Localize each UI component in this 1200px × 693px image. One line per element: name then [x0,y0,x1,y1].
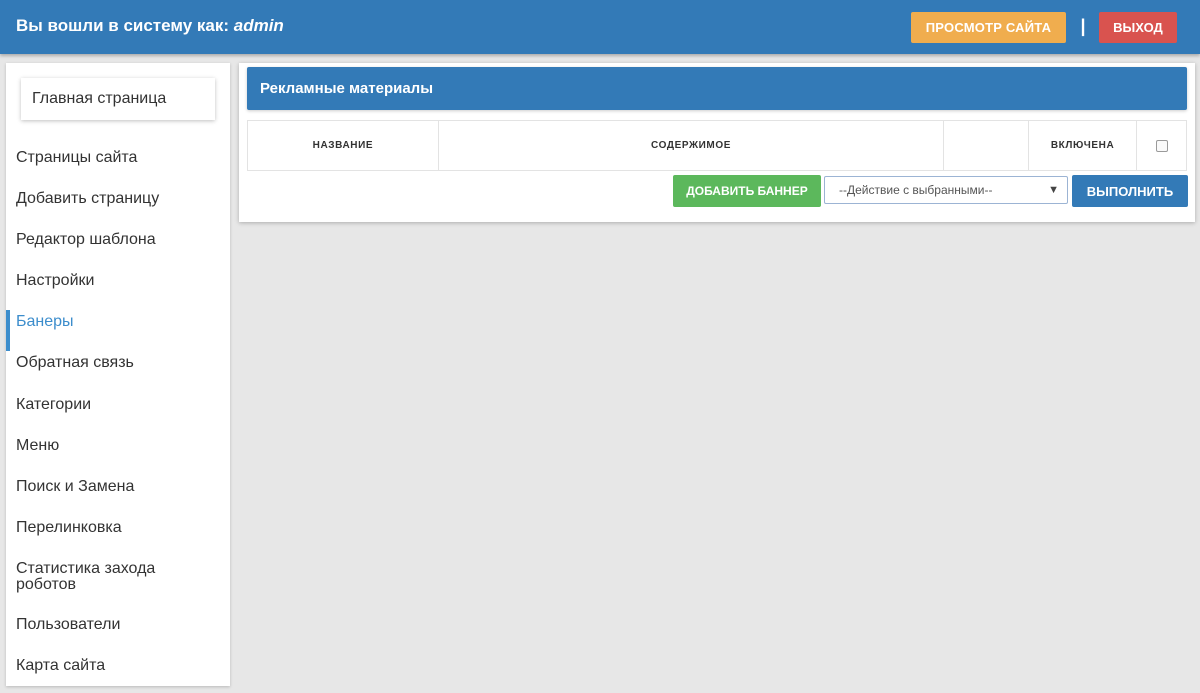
login-prefix: Вы вошли в систему как: [16,16,234,35]
sidebar-item-banners[interactable]: Банеры [6,310,230,351]
username: admin [233,16,284,35]
sidebar-item-feedback[interactable]: Обратная связь [6,355,230,371]
column-header-content[interactable]: СОДЕРЖИМОЕ [437,120,945,171]
dropdown-arrow-icon: ▼ [1048,184,1059,196]
sidebar-item-users[interactable]: Пользователи [6,617,230,633]
sidebar-item-sitemap[interactable]: Карта сайта [6,658,230,674]
bulk-action-select[interactable]: --Действие с выбранными-- ▼ [824,176,1068,204]
banners-table: НАЗВАНИЕ СОДЕРЖИМОЕ ВКЛЮЧЕНА [247,120,1187,171]
sidebar-item-settings[interactable]: Настройки [6,273,230,289]
top-bar: Вы вошли в систему как: admin ПРОСМОТР С… [0,0,1200,54]
login-status: Вы вошли в систему как: admin [16,16,284,36]
page-title: Рекламные материалы [260,80,434,97]
sidebar-item-robot-stats[interactable]: Статистика захода роботов [6,561,176,593]
table-header-row: НАЗВАНИЕ СОДЕРЖИМОЕ ВКЛЮЧЕНА [247,120,1187,171]
bulk-action-selected-value: --Действие с выбранными-- [839,183,993,197]
sidebar-home-link[interactable]: Главная страница [21,78,215,120]
sidebar-item-categories[interactable]: Категории [6,397,230,413]
logout-button[interactable]: ВЫХОД [1099,12,1177,43]
select-all-checkbox[interactable] [1155,139,1168,152]
run-action-button[interactable]: ВЫПОЛНИТЬ [1072,175,1188,207]
panel-header: Рекламные материалы [247,67,1187,110]
column-header-name[interactable]: НАЗВАНИЕ [247,120,439,171]
sidebar: Главная страница Страницы сайта Добавить… [6,63,230,686]
view-site-button[interactable]: ПРОСМОТР САЙТА [911,12,1066,43]
sidebar-item-search-replace[interactable]: Поиск и Замена [6,479,230,495]
sidebar-item-pages[interactable]: Страницы сайта [6,150,230,166]
column-header-blank [943,120,1030,171]
add-banner-button[interactable]: ДОБАВИТЬ БАННЕР [673,175,821,207]
sidebar-item-add-page[interactable]: Добавить страницу [6,191,230,207]
sidebar-item-interlinking[interactable]: Перелинковка [6,520,230,536]
column-header-enabled[interactable]: ВКЛЮЧЕНА [1028,120,1138,171]
header-separator: | [1080,16,1086,36]
banners-panel: Рекламные материалы НАЗВАНИЕ СОДЕРЖИМОЕ … [239,63,1195,222]
sidebar-item-template-editor[interactable]: Редактор шаблона [6,232,230,248]
sidebar-item-menu[interactable]: Меню [6,438,230,454]
column-header-select-all [1136,120,1187,171]
